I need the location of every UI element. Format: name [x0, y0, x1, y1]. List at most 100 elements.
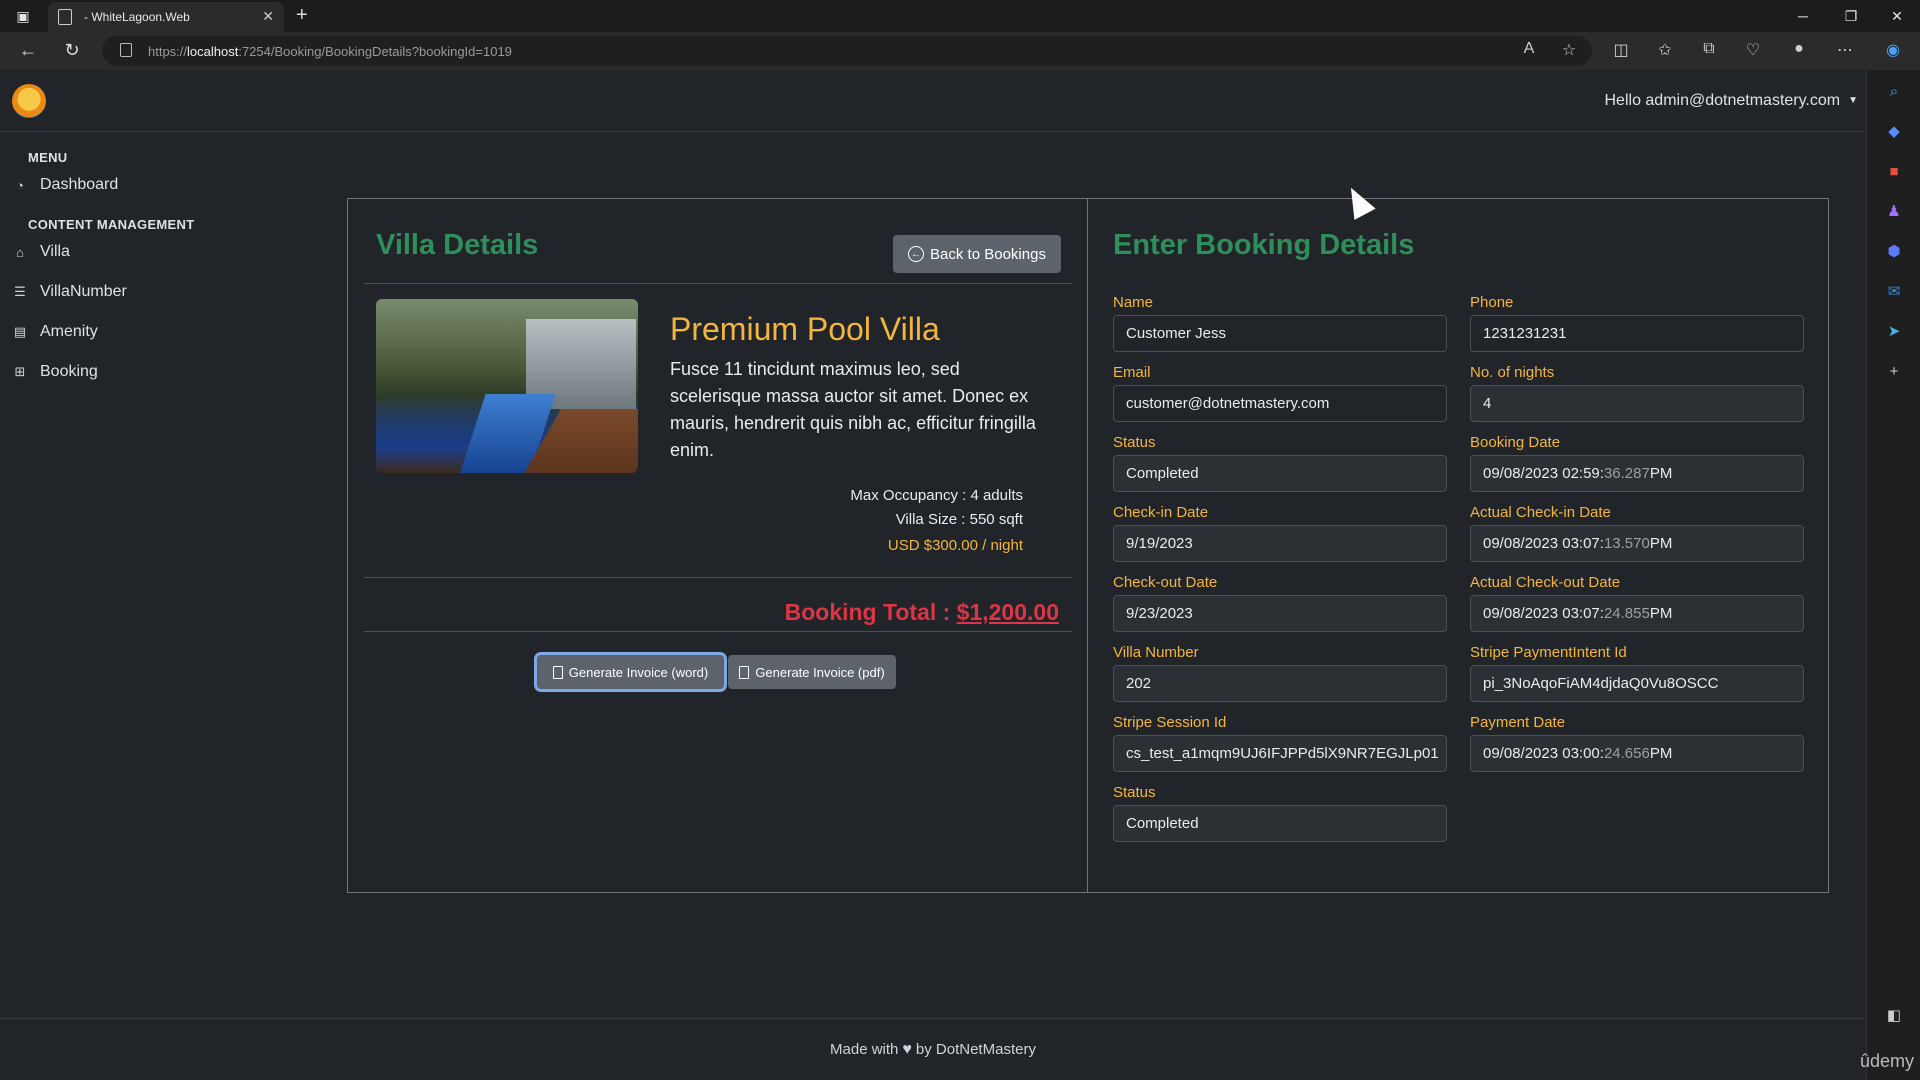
- status2-field: Completed: [1113, 805, 1447, 842]
- outlook-icon[interactable]: ✉: [1883, 280, 1905, 302]
- search-icon[interactable]: ⌕: [1883, 80, 1905, 102]
- checkin-field: 9/19/2023: [1113, 525, 1447, 562]
- sidebar-item-villanumber[interactable]: ☰ VillaNumber: [0, 272, 330, 312]
- collections-icon[interactable]: ⧉: [1698, 40, 1720, 58]
- status-label: Status: [1113, 434, 1156, 451]
- actual-checkout-label: Actual Check-out Date: [1470, 574, 1621, 591]
- date-part: 09/08/2023 03:07:: [1483, 605, 1604, 622]
- minimize-icon[interactable]: ─: [1780, 0, 1826, 32]
- booking-date-field: 09/08/2023 02:59: 36.287 PM: [1470, 455, 1804, 492]
- shopping-tag-icon[interactable]: ◆: [1883, 120, 1905, 142]
- app-logo[interactable]: [12, 84, 46, 118]
- browser-essentials-icon[interactable]: ♡: [1742, 40, 1764, 60]
- favorite-star-icon[interactable]: ☆: [1558, 40, 1580, 60]
- payment-date-label: Payment Date: [1470, 714, 1566, 731]
- url-prefix: https://: [148, 43, 188, 59]
- date-part: 09/08/2023 03:00:: [1483, 745, 1604, 762]
- sidebar-item-villa[interactable]: ⌂ Villa: [0, 232, 330, 272]
- browser-tabbar: ▣ - WhiteLagoon.Web ✕ + ─ ❐ ✕: [0, 0, 1920, 32]
- tab-actions-icon[interactable]: ▣: [0, 0, 46, 32]
- menu-heading: MENU: [28, 150, 68, 165]
- read-aloud-icon[interactable]: A: [1518, 40, 1540, 58]
- payment-intent-field: pi_3NoAqoFiAM4djdaQ0Vu8OSCC: [1470, 665, 1804, 702]
- file-icon: [739, 665, 750, 679]
- date-ampm: PM: [1649, 745, 1673, 762]
- url-path: :7254/Booking/BookingDetails?bookingId=1…: [238, 43, 512, 59]
- villa-size: Villa Size : 550 sqft: [895, 511, 1023, 528]
- sidebar-item-amenity[interactable]: ▤ Amenity: [0, 312, 330, 352]
- web-app: Hello admin@dotnetmastery.com ▼ MENU ◔ Da…: [0, 70, 1866, 1080]
- new-tab-icon[interactable]: +: [296, 4, 308, 27]
- payment-date-field: 09/08/2023 03:00: 24.656 PM: [1470, 735, 1804, 772]
- name-field[interactable]: Customer Jess: [1113, 315, 1447, 352]
- payment-intent-label: Stripe PaymentIntent Id: [1470, 644, 1627, 661]
- divider: [364, 283, 1072, 284]
- footer-by: by DotNetMastery: [915, 1041, 1036, 1058]
- tools-icon[interactable]: ■: [1883, 160, 1905, 182]
- file-icon: [552, 665, 563, 679]
- villa-number-label: Villa Number: [1113, 644, 1199, 661]
- top-navbar: Hello admin@dotnetmastery.com ▼: [0, 70, 1866, 132]
- games-icon[interactable]: ♟: [1883, 200, 1905, 222]
- edge-sidebar: ⌕ ◆ ■ ♟ ⬢ ✉ ➤ + ◧: [1866, 70, 1920, 1080]
- sidebar-item-label: VillaNumber: [40, 283, 127, 300]
- address-toolbar: ← ↻ https://localhost:7254/Booking/Booki…: [0, 32, 1920, 70]
- address-bar[interactable]: https://localhost:7254/Booking/BookingDe…: [102, 36, 1592, 66]
- date-seconds: 36.287: [1603, 465, 1650, 482]
- status-field: Completed: [1113, 455, 1447, 492]
- actual-checkin-label: Actual Check-in Date: [1470, 504, 1611, 521]
- udemy-watermark: ûdemy: [1859, 1051, 1914, 1071]
- restore-icon[interactable]: ❐: [1828, 0, 1874, 32]
- booking-total: Booking Total : $1,200.00: [785, 599, 1059, 626]
- sidebar-item-label: Villa: [40, 243, 70, 260]
- date-ampm: PM: [1649, 535, 1673, 552]
- heart-icon: ♥: [902, 1040, 912, 1058]
- favorites-icon[interactable]: ✩: [1654, 40, 1676, 60]
- lock-icon: [120, 43, 132, 57]
- session-id-field: cs_test_a1mqm9UJ6IFJPPd5lX9NR7EGJLp01: [1113, 735, 1447, 772]
- url-host: localhost: [187, 43, 239, 59]
- back-icon[interactable]: ←: [16, 40, 40, 61]
- villa-price: USD $300.00 / night: [887, 537, 1023, 554]
- hide-sidebar-icon[interactable]: ◧: [1883, 1004, 1905, 1026]
- close-window-icon[interactable]: ✕: [1874, 0, 1920, 32]
- villa-number-field: 202: [1113, 665, 1447, 702]
- back-button-label: Back to Bookings: [930, 245, 1046, 263]
- office-icon[interactable]: ⬢: [1883, 240, 1905, 262]
- copilot-icon[interactable]: ◉: [1882, 40, 1904, 60]
- checkin-label: Check-in Date: [1113, 504, 1209, 521]
- back-to-bookings-button[interactable]: ← Back to Bookings: [893, 235, 1061, 273]
- user-greeting: Hello admin@dotnetmastery.com: [1604, 92, 1841, 109]
- arrow-left-circle-icon: ←: [908, 246, 925, 262]
- caret-down-icon: ▼: [1848, 95, 1858, 107]
- divider: [364, 577, 1072, 578]
- close-tab-icon[interactable]: ✕: [262, 8, 274, 25]
- send-icon[interactable]: ➤: [1883, 320, 1905, 342]
- browser-tab[interactable]: - WhiteLagoon.Web ✕: [48, 2, 284, 32]
- generate-invoice-pdf-button[interactable]: Generate Invoice (pdf): [728, 655, 896, 689]
- session-id-label: Stripe Session Id: [1113, 714, 1227, 731]
- profile-avatar-icon[interactable]: ●: [1788, 40, 1810, 58]
- date-ampm: PM: [1649, 465, 1673, 482]
- nights-label: No. of nights: [1470, 364, 1555, 381]
- booking-form-panel: Enter Booking Details Name Customer Jess…: [1088, 199, 1828, 892]
- add-sidebar-app-icon[interactable]: +: [1883, 360, 1905, 382]
- sidebar: MENU ◔ Dashboard CONTENT MANAGEMENT ⌂ Vi…: [0, 150, 330, 392]
- email-label: Email: [1113, 364, 1151, 381]
- date-seconds: 13.570: [1603, 535, 1650, 552]
- home-icon: ⌂: [16, 244, 24, 260]
- phone-field[interactable]: 1231231231: [1470, 315, 1804, 352]
- sidebar-item-label: Booking: [40, 363, 98, 380]
- user-menu[interactable]: Hello admin@dotnetmastery.com ▼: [1605, 92, 1859, 110]
- generate-invoice-word-button[interactable]: Generate Invoice (word): [537, 655, 724, 689]
- split-screen-icon[interactable]: ◫: [1610, 40, 1632, 60]
- date-part: 09/08/2023 03:07:: [1483, 535, 1604, 552]
- sidebar-item-dashboard[interactable]: ◔ Dashboard: [0, 165, 330, 205]
- refresh-icon[interactable]: ↻: [60, 40, 84, 61]
- actual-checkin-field: 09/08/2023 03:07: 13.570 PM: [1470, 525, 1804, 562]
- email-field[interactable]: customer@dotnetmastery.com: [1113, 385, 1447, 422]
- sidebar-item-booking[interactable]: ⊞ Booking: [0, 352, 330, 392]
- footer: Made with ♥ by DotNetMastery: [0, 1018, 1866, 1080]
- checkout-field: 9/23/2023: [1113, 595, 1447, 632]
- more-options-icon[interactable]: ⋯: [1834, 40, 1856, 60]
